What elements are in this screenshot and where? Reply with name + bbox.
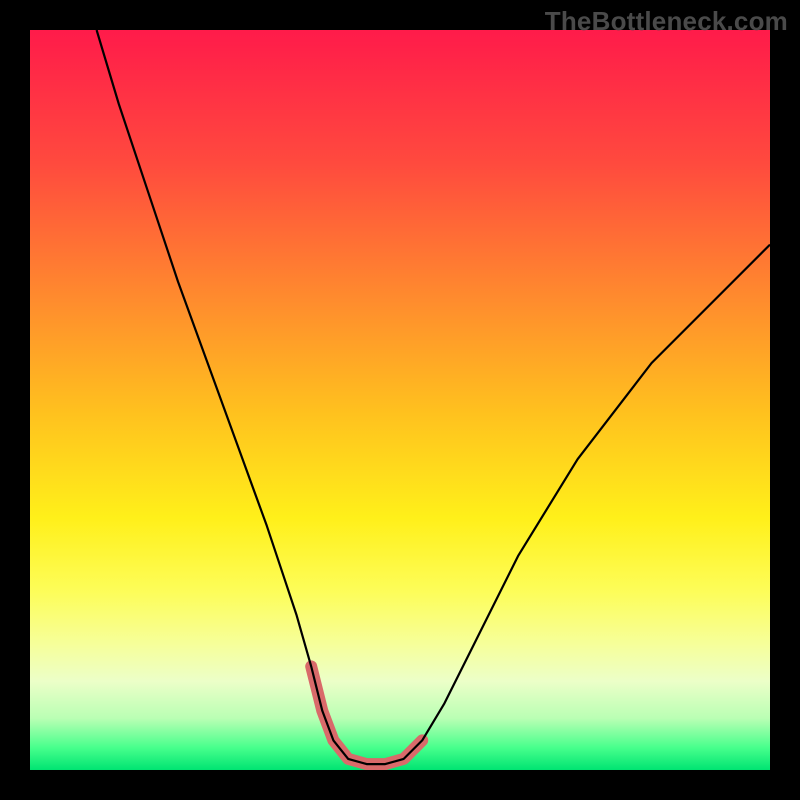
chart-svg	[30, 30, 770, 770]
outer-frame: TheBottleneck.com	[0, 0, 800, 800]
watermark-text: TheBottleneck.com	[545, 6, 788, 37]
curve-path	[97, 30, 770, 764]
highlight-path	[311, 666, 422, 764]
plot-area	[30, 30, 770, 770]
